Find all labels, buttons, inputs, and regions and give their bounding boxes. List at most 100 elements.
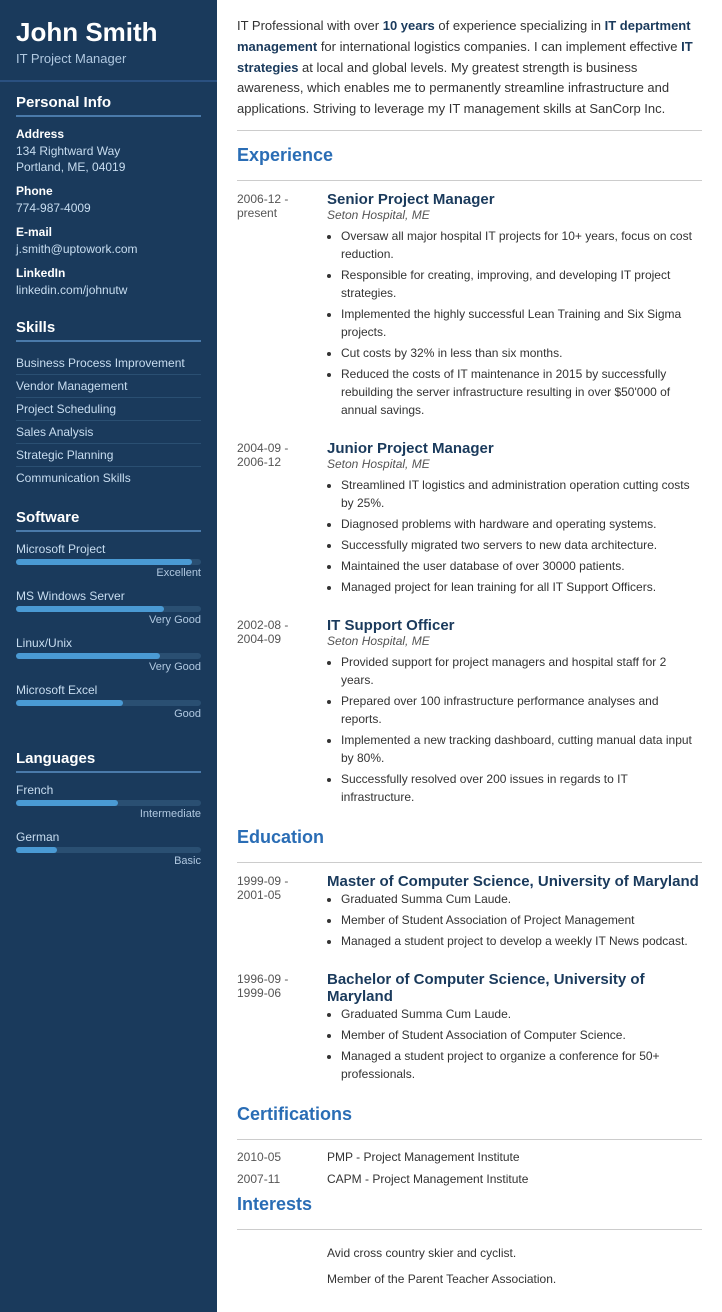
cert-entry-1: 2007-11 CAPM - Project Management Instit… (237, 1172, 702, 1186)
education-divider (237, 862, 702, 863)
bullet-list: Streamlined IT logistics and administrat… (327, 476, 702, 596)
bullet-item: Graduated Summa Cum Laude. (341, 1005, 702, 1023)
bullet-item: Managed a student project to develop a w… (341, 932, 702, 950)
bar-label: Good (16, 708, 201, 720)
skills-title: Skills (16, 319, 201, 342)
job-title: Junior Project Manager (327, 440, 702, 457)
bullet-item: Implemented a new tracking dashboard, cu… (341, 731, 702, 767)
bullet-item: Responsible for creating, improving, and… (341, 266, 702, 302)
bullet-item: Provided support for project managers an… (341, 653, 702, 689)
skill-item: Sales Analysis (16, 421, 201, 444)
interest-item-0: Avid cross country skier and cyclist. (237, 1240, 702, 1266)
software-name: Linux/Unix (16, 636, 201, 650)
skill-item: Strategic Planning (16, 444, 201, 467)
languages-section: Languages French Intermediate German Bas… (0, 738, 217, 885)
bar-label: Very Good (16, 614, 201, 626)
bullet-item: Implemented the highly successful Lean T… (341, 305, 702, 341)
experience-entry-1: 2004-09 -2006-12 Junior Project Manager … (237, 440, 702, 599)
lang-item-0: French Intermediate (16, 783, 201, 820)
interests-title: Interests (237, 1194, 702, 1219)
bullet-item: Member of Student Association of Compute… (341, 1026, 702, 1044)
bullet-list: Graduated Summa Cum Laude. Member of Stu… (327, 890, 702, 950)
entry-body: Bachelor of Computer Science, University… (327, 971, 702, 1086)
address-value: 134 Rightward WayPortland, ME, 04019 (16, 143, 201, 177)
software-name: Microsoft Excel (16, 683, 201, 697)
bullet-item: Successfully migrated two servers to new… (341, 536, 702, 554)
sidebar-header: John Smith IT Project Manager (0, 0, 217, 82)
bullet-item: Managed a student project to organize a … (341, 1047, 702, 1083)
entry-body: IT Support Officer Seton Hospital, ME Pr… (327, 617, 702, 809)
bullet-item: Oversaw all major hospital IT projects f… (341, 227, 702, 263)
bullet-list: Graduated Summa Cum Laude. Member of Stu… (327, 1005, 702, 1083)
bar-fill (16, 847, 57, 853)
skill-item: Project Scheduling (16, 398, 201, 421)
bullet-item: Maintained the user database of over 300… (341, 557, 702, 575)
bullet-item: Streamlined IT logistics and administrat… (341, 476, 702, 512)
cert-date: 2010-05 (237, 1150, 327, 1164)
certifications-title: Certifications (237, 1104, 702, 1129)
cert-date: 2007-11 (237, 1172, 327, 1186)
education-entry-0: 1999-09 -2001-05 Master of Computer Scie… (237, 873, 702, 953)
bullet-item: Member of Student Association of Project… (341, 911, 702, 929)
bar-track (16, 559, 201, 565)
personal-info-title: Personal Info (16, 94, 201, 117)
job-title: Senior Project Manager (327, 191, 702, 208)
bullet-list: Oversaw all major hospital IT projects f… (327, 227, 702, 419)
software-item-2: Linux/Unix Very Good (16, 636, 201, 673)
software-section: Software Microsoft Project Excellent MS … (0, 497, 217, 738)
experience-divider (237, 180, 702, 181)
linkedin-value: linkedin.com/johnutw (16, 282, 201, 299)
bar-label: Excellent (16, 567, 201, 579)
address-label: Address (16, 127, 201, 141)
candidate-name: John Smith (16, 18, 201, 47)
entry-date: 2004-09 -2006-12 (237, 440, 327, 599)
skill-item: Vendor Management (16, 375, 201, 398)
software-item-1: MS Windows Server Very Good (16, 589, 201, 626)
software-item-0: Microsoft Project Excellent (16, 542, 201, 579)
bar-label: Intermediate (16, 808, 201, 820)
bar-fill (16, 800, 118, 806)
org-name: Seton Hospital, ME (327, 634, 702, 648)
email-label: E-mail (16, 225, 201, 239)
experience-entry-2: 2002-08 -2004-09 IT Support Officer Seto… (237, 617, 702, 809)
candidate-title: IT Project Manager (16, 51, 201, 66)
bar-track (16, 847, 201, 853)
skill-item: Business Process Improvement (16, 352, 201, 375)
bar-track (16, 606, 201, 612)
bar-fill (16, 653, 160, 659)
education-title: Education (237, 827, 702, 852)
bar-label: Basic (16, 855, 201, 867)
phone-label: Phone (16, 184, 201, 198)
entry-date: 2006-12 -present (237, 191, 327, 422)
software-name: MS Windows Server (16, 589, 201, 603)
bullet-item: Diagnosed problems with hardware and ope… (341, 515, 702, 533)
bar-track (16, 800, 201, 806)
bullet-item: Managed project for lean training for al… (341, 578, 702, 596)
bar-label: Very Good (16, 661, 201, 673)
software-item-3: Microsoft Excel Good (16, 683, 201, 720)
skill-item: Communication Skills (16, 467, 201, 489)
entry-body: Junior Project Manager Seton Hospital, M… (327, 440, 702, 599)
bullet-item: Graduated Summa Cum Laude. (341, 890, 702, 908)
software-title: Software (16, 509, 201, 532)
org-name: Seton Hospital, ME (327, 208, 702, 222)
cert-text: PMP - Project Management Institute (327, 1150, 520, 1164)
bar-track (16, 700, 201, 706)
lang-item-1: German Basic (16, 830, 201, 867)
cert-text: CAPM - Project Management Institute (327, 1172, 528, 1186)
bar-track (16, 653, 201, 659)
interests-divider (237, 1229, 702, 1230)
lang-name: German (16, 830, 201, 844)
lang-name: French (16, 783, 201, 797)
skills-section: Skills Business Process Improvement Vend… (0, 307, 217, 497)
degree-title: Master of Computer Science, University o… (327, 873, 702, 890)
summary-text: IT Professional with over 10 years of ex… (237, 16, 702, 131)
degree-title: Bachelor of Computer Science, University… (327, 971, 702, 1005)
email-value: j.smith@uptowork.com (16, 241, 201, 258)
entry-body: Master of Computer Science, University o… (327, 873, 702, 953)
org-name: Seton Hospital, ME (327, 457, 702, 471)
phone-value: 774-987-4009 (16, 200, 201, 217)
certifications-divider (237, 1139, 702, 1140)
entry-date: 2002-08 -2004-09 (237, 617, 327, 809)
entry-date: 1996-09 -1999-06 (237, 971, 327, 1086)
